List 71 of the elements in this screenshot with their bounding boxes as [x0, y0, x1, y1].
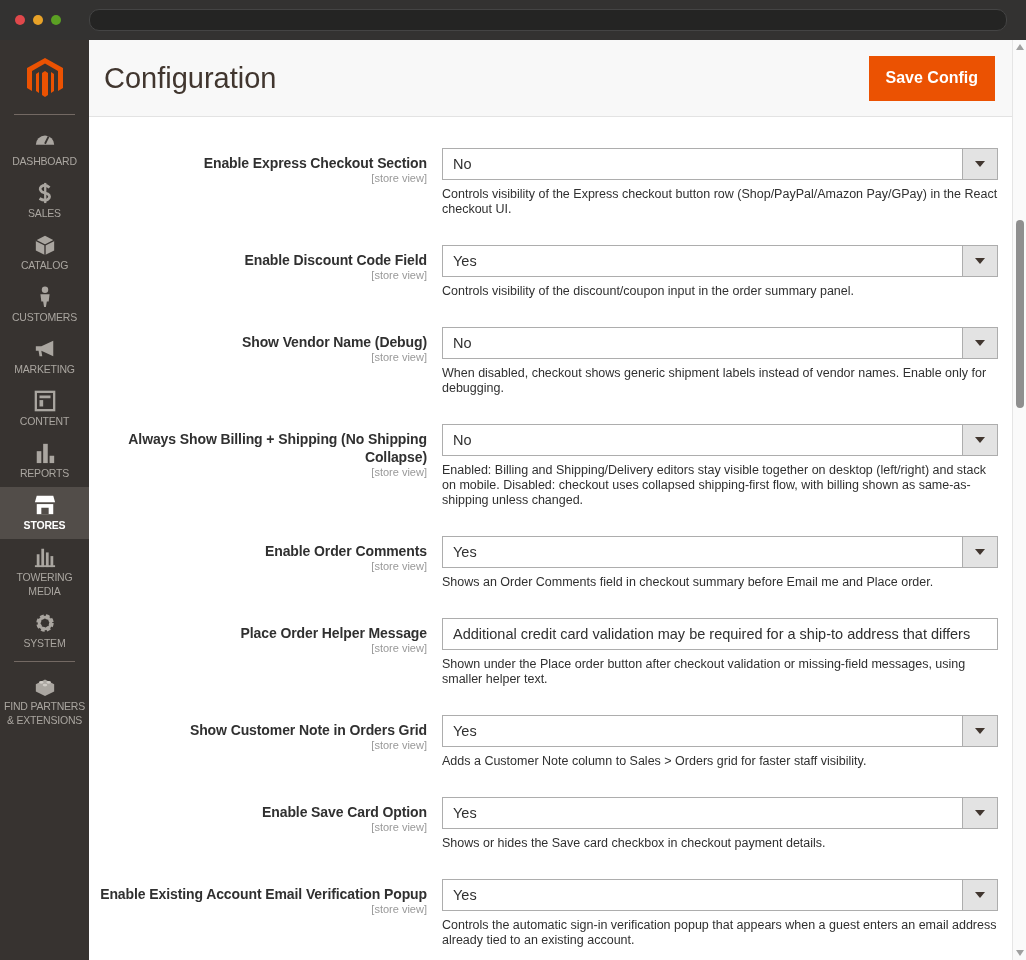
select-field[interactable]: Yes	[442, 245, 998, 277]
caret-icon	[975, 161, 985, 167]
caret-icon	[975, 549, 985, 555]
caret-icon	[975, 810, 985, 816]
select-field[interactable]: No	[442, 424, 998, 456]
minimize-window-icon[interactable]	[33, 15, 43, 25]
box-icon	[33, 234, 56, 256]
scope-label: [store view]	[371, 642, 427, 655]
nav-item[interactable]: MARKETING	[0, 331, 89, 383]
field-label: Enable Discount Code Field	[244, 251, 427, 269]
field-note: Adds a Customer Note column to Sales > Orders grid for faster staff visibility.	[442, 754, 868, 769]
caret-icon	[975, 437, 985, 443]
field-note: When disabled, checkout shows generic shipment labels instead of vendor names. Enable only for debugging.	[442, 366, 988, 396]
gear-icon	[33, 612, 56, 634]
caret-icon	[975, 892, 985, 898]
field-label: Always Show Billing + Shipping (No Shipping Collapse)	[127, 430, 427, 466]
scope-label: [store view]	[371, 351, 427, 364]
field-note: Shows an Order Comments field in checkout summary before Email me and Place order.	[442, 575, 935, 590]
select-field[interactable]: Yes	[442, 797, 998, 829]
scroll-thumb[interactable]	[1015, 220, 1024, 408]
maximize-window-icon[interactable]	[51, 15, 61, 25]
scope-label: [store view]	[371, 269, 427, 282]
nav-item[interactable]: SYSTEM	[0, 605, 89, 657]
scope-label: [store view]	[371, 739, 427, 752]
scroll-down-icon[interactable]	[1015, 950, 1024, 956]
save-config-button[interactable]: Save Config	[868, 55, 995, 101]
field-label: Enable Save Card Option	[262, 803, 427, 821]
logo-icon[interactable]	[26, 58, 63, 98]
select-field[interactable]: Yes	[442, 715, 998, 747]
nav-item[interactable]: STORES	[0, 487, 89, 539]
nav-item[interactable]: SALES	[0, 175, 89, 227]
nav-item[interactable]: DASHBOARD	[0, 123, 89, 175]
nav-item[interactable]: FIND PARTNERS & EXTENSIONS	[0, 668, 89, 734]
nav-item[interactable]: CUSTOMERS	[0, 279, 89, 331]
address-bar[interactable]	[89, 9, 1007, 31]
text-field[interactable]: Additional credit card validation may be required for a ship-to address that differs	[442, 618, 998, 650]
field-note: Controls visibility of the Express checkout button row (Shop/PayPal/Amazon Pay/GPay) in the React checkout UI.	[442, 187, 998, 217]
field-label: Place Order Helper Message	[240, 624, 427, 642]
field-label: Enable Order Comments	[264, 542, 427, 560]
nav-item[interactable]: TOWERING MEDIA	[0, 539, 89, 605]
select-field[interactable]: Yes	[442, 879, 998, 911]
scrollbar[interactable]	[1012, 40, 1026, 960]
select-field[interactable]: No	[442, 148, 998, 180]
field-note: Shows or hides the Save card checkbox in checkout payment details.	[442, 836, 827, 851]
caret-icon	[975, 340, 985, 346]
field-note: Controls visibility of the discount/coupon input in the order summary panel.	[442, 284, 856, 299]
field-label: Enable Existing Account Email Verification Popup	[100, 885, 427, 903]
nav-item[interactable]: CATALOG	[0, 227, 89, 279]
field-label: Show Customer Note in Orders Grid	[189, 721, 427, 739]
field-label: Enable Express Checkout Section	[203, 154, 427, 172]
caret-icon	[975, 728, 985, 734]
field-note: Controls the automatic sign-in verification popup that appears when a guest enters an email address already tied to an existing account.	[442, 918, 998, 948]
buildings-icon	[33, 546, 56, 568]
scope-label: [store view]	[371, 466, 427, 479]
caret-icon	[975, 258, 985, 264]
select-field[interactable]: No	[442, 327, 998, 359]
scroll-up-icon[interactable]	[1015, 44, 1024, 50]
field-note: Enabled: Billing and Shipping/Delivery editors stay visible together on desktop (left/right) and stack on mobile. Disabled: checkout uses collapsed shipping-first flow, with billing shown as same-as-shipping unless changed.	[442, 463, 988, 508]
select-field[interactable]: Yes	[442, 536, 998, 568]
storefront-icon	[33, 494, 56, 516]
nav-item[interactable]: REPORTS	[0, 435, 89, 487]
nav-item[interactable]: CONTENT	[0, 383, 89, 435]
field-label: Show Vendor Name (Debug)	[241, 333, 427, 351]
page-title: Configuration	[104, 61, 277, 95]
field-note: Shown under the Place order button after checkout validation or missing-field messages, using smaller helper text.	[442, 657, 967, 687]
close-window-icon[interactable]	[15, 15, 25, 25]
scope-label: [store view]	[371, 903, 427, 916]
scope-label: [store view]	[371, 172, 427, 185]
layout-icon	[33, 390, 56, 412]
scope-label: [store view]	[371, 821, 427, 834]
scope-label: [store view]	[371, 560, 427, 573]
